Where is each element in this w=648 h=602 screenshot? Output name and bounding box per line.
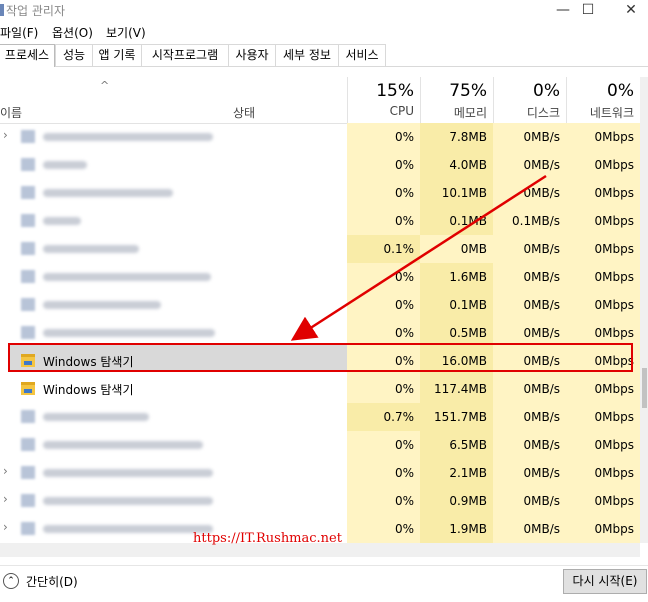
- annotation-arrow: [290, 174, 547, 341]
- watermark-url: https://IT.Rushmac.net: [193, 531, 342, 546]
- chevron-up-icon[interactable]: ⌃: [3, 573, 19, 589]
- vertical-scrollbar[interactable]: [640, 77, 648, 543]
- footer: ⌃ 간단히(D) 다시 시작(E): [0, 565, 648, 602]
- fewer-details-link[interactable]: 간단히(D): [26, 573, 78, 590]
- vertical-scroll-thumb[interactable]: [642, 368, 647, 408]
- restart-button[interactable]: 다시 시작(E): [563, 569, 647, 594]
